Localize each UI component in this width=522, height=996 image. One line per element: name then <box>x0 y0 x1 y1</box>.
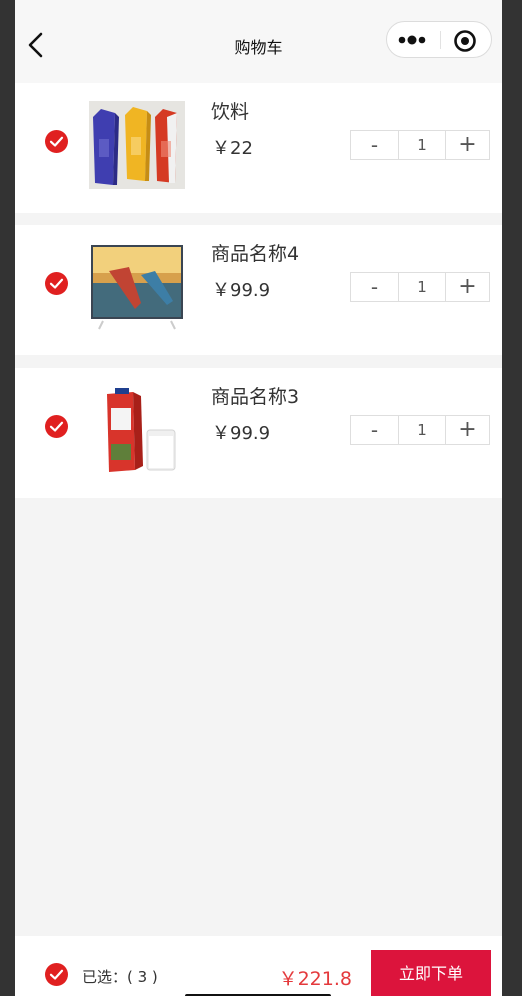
increase-button[interactable]: + <box>445 273 490 301</box>
mini-program-capsule <box>386 21 492 58</box>
selected-count: 已选：( 3 ) <box>82 968 158 986</box>
item-price: ￥22 <box>212 138 253 159</box>
total-price: ￥221.8 <box>278 968 352 990</box>
cart-item: 商品名称4 ￥99.9 - 1 + <box>15 225 502 355</box>
item-name: 商品名称3 <box>211 386 300 408</box>
kayak-tv-screen-image[interactable] <box>89 243 185 331</box>
quantity-value[interactable]: 1 <box>398 273 446 301</box>
close-target-icon[interactable] <box>453 29 477 53</box>
decrease-button[interactable]: - <box>351 131 398 159</box>
place-order-button[interactable]: 立即下单 <box>371 950 491 996</box>
item-name: 饮料 <box>211 101 250 123</box>
increase-button[interactable]: + <box>445 416 490 444</box>
quantity-value[interactable]: 1 <box>398 131 446 159</box>
cart-item: 饮料 ￥22 - 1 + <box>15 83 502 213</box>
quantity-stepper[interactable]: - 1 + <box>350 415 490 445</box>
juice-cartons-image[interactable] <box>89 101 185 189</box>
quantity-value[interactable]: 1 <box>398 416 446 444</box>
cart-item: 商品名称3 ￥99.9 - 1 + <box>15 368 502 498</box>
item-name: 商品名称4 <box>211 243 300 265</box>
quantity-stepper[interactable]: - 1 + <box>350 130 490 160</box>
quantity-stepper[interactable]: - 1 + <box>350 272 490 302</box>
increase-button[interactable]: + <box>445 131 490 159</box>
more-dots-icon[interactable] <box>397 31 431 49</box>
item-price: ￥99.9 <box>212 423 271 444</box>
milk-carton-glass-image[interactable] <box>89 386 185 474</box>
navigation-bar: 购物车 <box>15 0 502 83</box>
checkout-bar: 已选：( 3 ) ￥221.8 立即下单 <box>15 936 502 996</box>
decrease-button[interactable]: - <box>351 416 398 444</box>
item-price: ￥99.9 <box>212 280 271 301</box>
select-all-checked-icon[interactable] <box>45 963 68 986</box>
phone-screen: 购物车 饮料 ￥22 - 1 + 商品名称4 ￥99.9 - 1 + 商品名称3… <box>15 0 502 996</box>
checked-circle-icon[interactable] <box>45 415 68 438</box>
capsule-divider <box>440 31 441 49</box>
checked-circle-icon[interactable] <box>45 130 68 153</box>
decrease-button[interactable]: - <box>351 273 398 301</box>
checked-circle-icon[interactable] <box>45 272 68 295</box>
